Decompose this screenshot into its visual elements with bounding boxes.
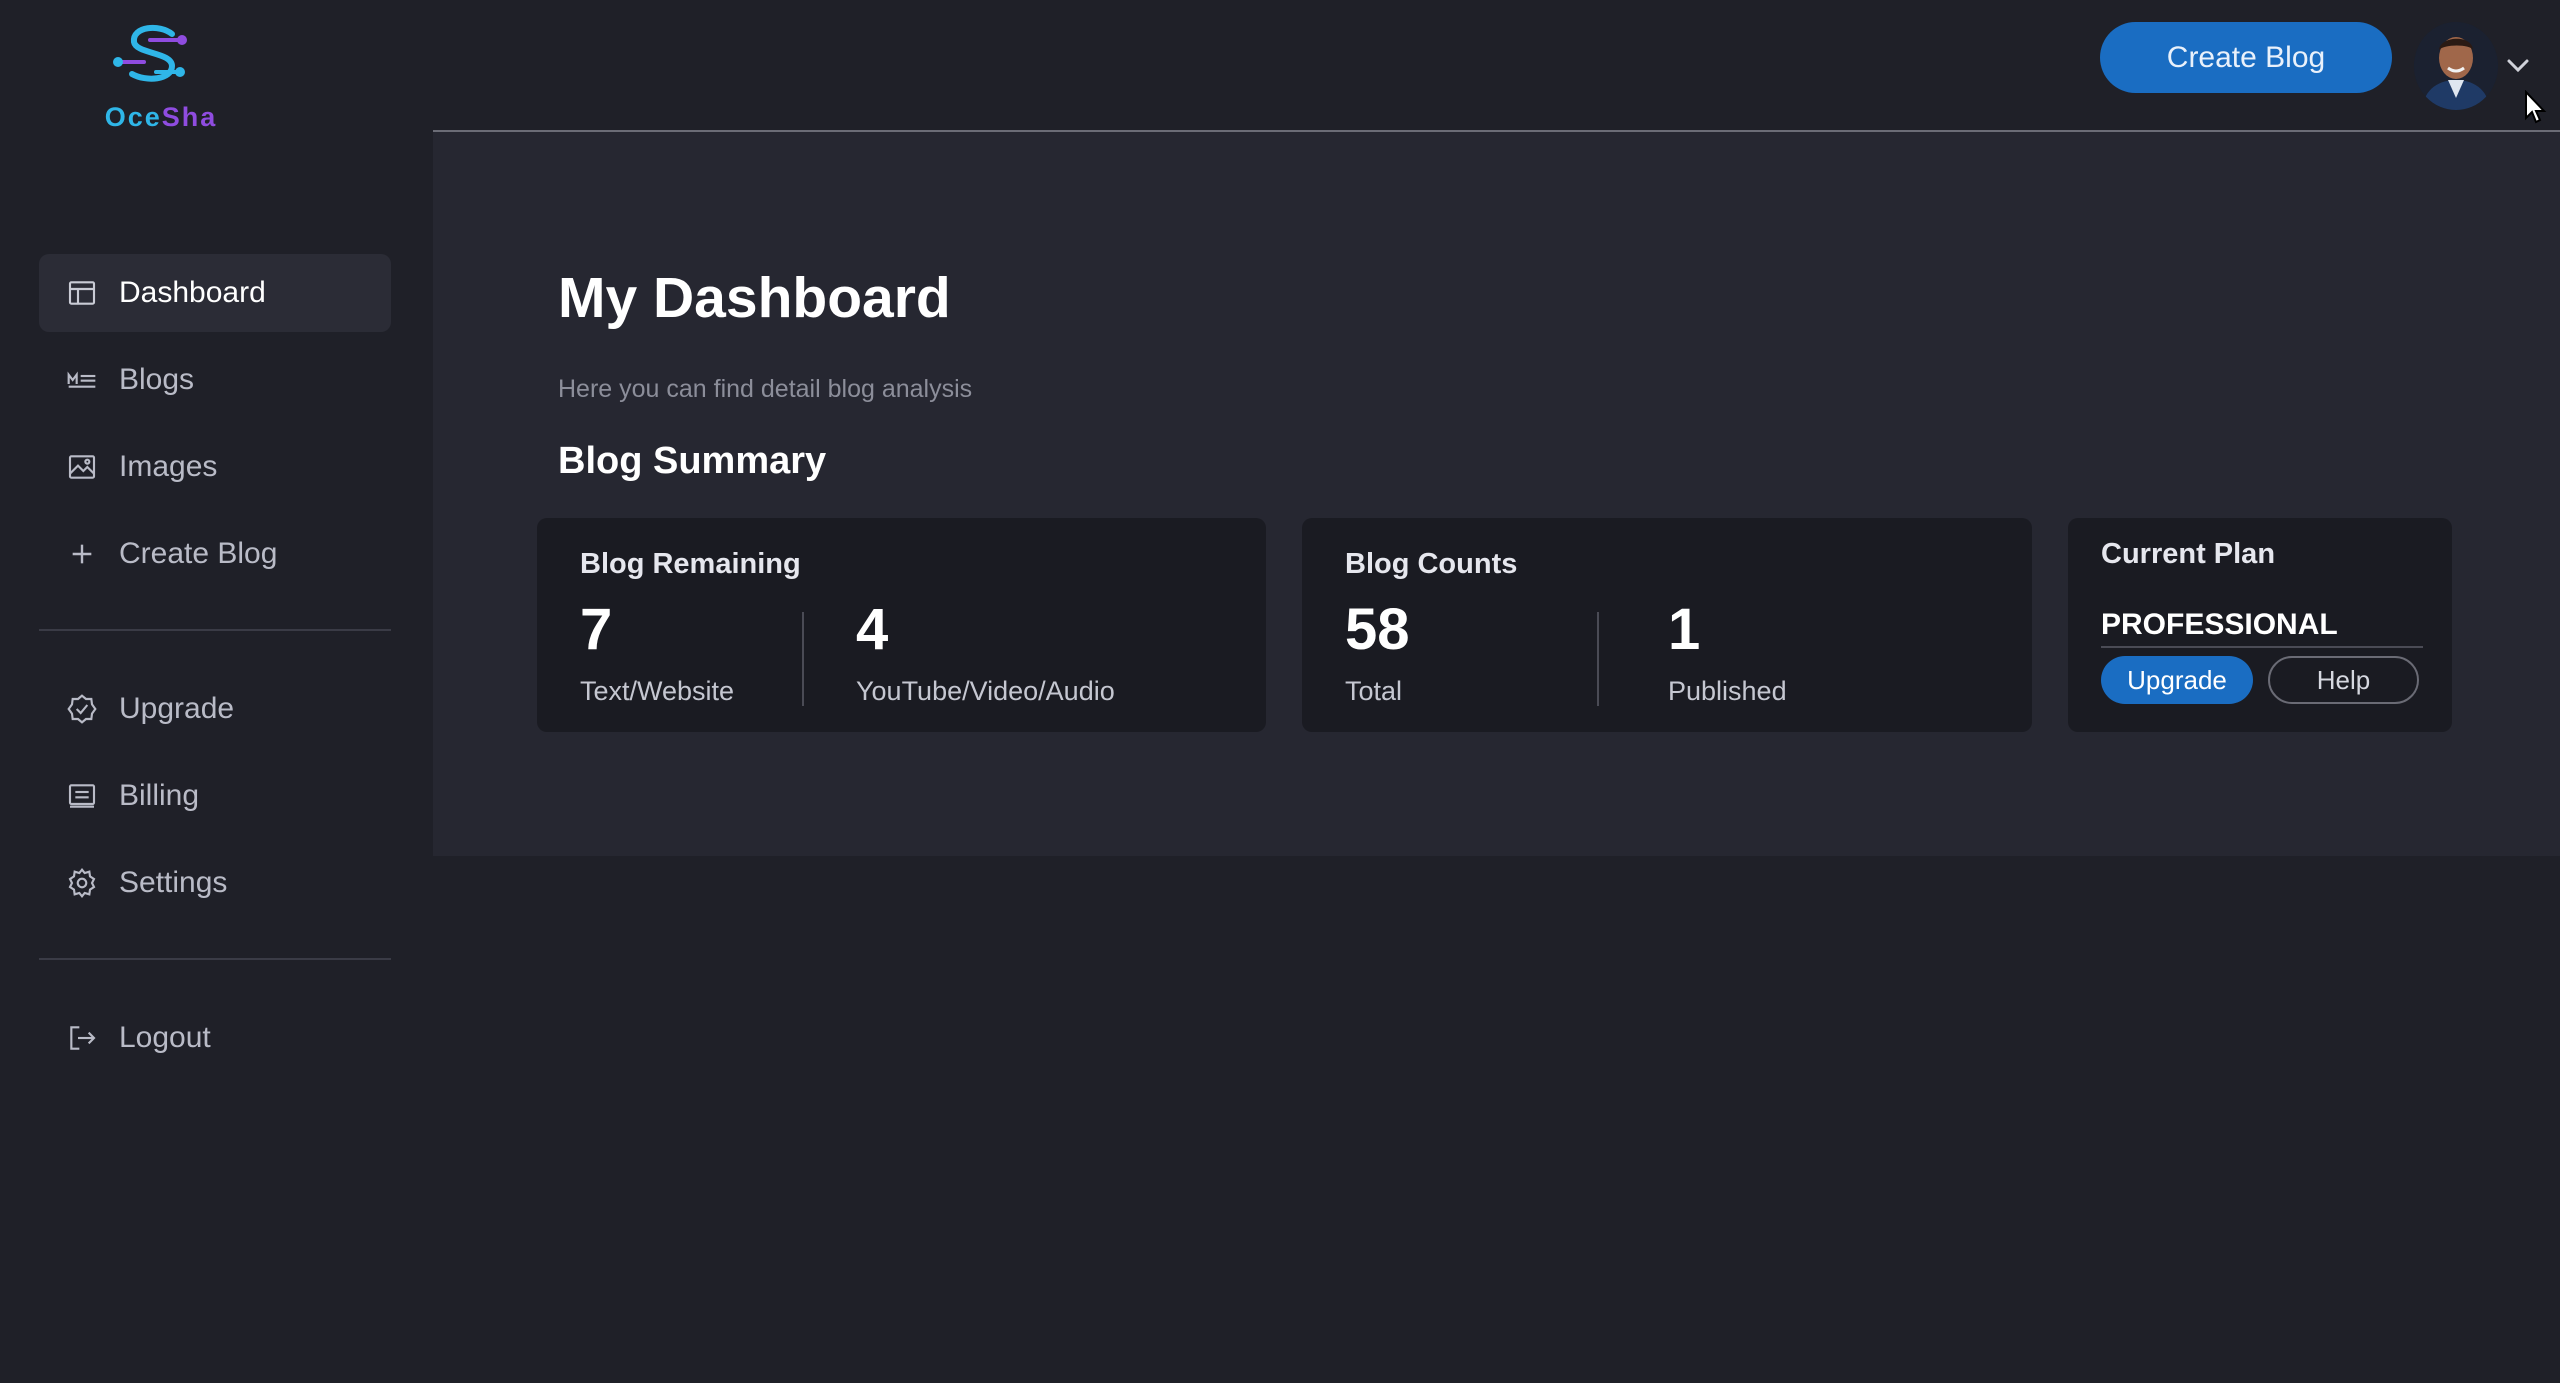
sidebar-divider (39, 629, 391, 631)
avatar[interactable] (2414, 22, 2498, 110)
stat-value: 58 (1345, 597, 1410, 662)
stat-label: Total (1345, 676, 1403, 706)
page-subtitle: Here you can find detail blog analysis (558, 375, 973, 403)
sidebar-item-label: Dashboard (119, 276, 266, 309)
page-title: My Dashboard (558, 266, 951, 330)
sidebar-item-label: Logout (119, 1021, 211, 1054)
card-title: Blog Counts (1345, 548, 1518, 580)
sidebar-item-label: Create Blog (119, 537, 278, 570)
blog-counts-card: Blog Counts 58 Total 1 Published (1302, 518, 2032, 732)
mouse-cursor-icon (2525, 90, 2547, 124)
sidebar-item-dashboard[interactable]: Dashboard (39, 254, 391, 332)
card-title: Blog Remaining (580, 548, 801, 580)
sidebar-item-images[interactable]: Images (39, 428, 391, 506)
create-blog-button[interactable]: Create Blog (2100, 22, 2392, 93)
sidebar-item-label: Settings (119, 866, 228, 899)
stat-value: 4 (856, 597, 889, 662)
card-title: Current Plan (2101, 538, 2276, 570)
help-button[interactable]: Help (2268, 656, 2419, 704)
sidebar-item-billing[interactable]: Billing (39, 757, 391, 835)
sidebar-item-create-blog[interactable]: Create Blog (39, 515, 391, 593)
blog-remaining-card: Blog Remaining 7 Text/Website 4 YouTube/… (537, 518, 1266, 732)
sidebar-item-label: Upgrade (119, 692, 235, 725)
blogs-icon (65, 363, 99, 397)
sidebar-item-settings[interactable]: Settings (39, 844, 391, 922)
badge-check-icon (65, 692, 99, 726)
stat-value: 1 (1668, 597, 1701, 662)
plan-divider (2101, 646, 2423, 648)
sidebar-item-label: Billing (119, 779, 200, 812)
stat-label: Text/Website (580, 676, 735, 706)
sidebar-item-label: Images (119, 450, 218, 483)
sidebar-item-upgrade[interactable]: Upgrade (39, 670, 391, 748)
plan-name: PROFESSIONAL (2101, 608, 2338, 641)
chevron-down-icon[interactable] (2505, 55, 2531, 75)
current-plan-card: Current Plan PROFESSIONAL Upgrade Help (2068, 518, 2452, 732)
sidebar-item-blogs[interactable]: Blogs (39, 341, 391, 419)
sidebar-item-logout[interactable]: Logout (39, 999, 391, 1077)
dashboard-icon (65, 276, 99, 310)
sidebar-divider (39, 958, 391, 960)
billing-icon (65, 779, 99, 813)
main-panel (433, 132, 2560, 856)
stat-divider (802, 612, 804, 706)
stat-label: YouTube/Video/Audio (856, 676, 1115, 706)
logout-icon (65, 1021, 99, 1055)
user-photo-icon (2414, 22, 2498, 110)
sidebar: Dashboard Blogs Images Create Blog Upgra… (0, 0, 433, 1383)
plus-icon (65, 537, 99, 571)
gear-icon (65, 866, 99, 900)
stat-label: Published (1668, 676, 1787, 706)
upgrade-button[interactable]: Upgrade (2101, 656, 2253, 704)
section-title: Blog Summary (558, 440, 827, 482)
sidebar-item-label: Blogs (119, 363, 195, 396)
image-icon (65, 450, 99, 484)
stat-divider (1597, 612, 1599, 706)
stat-value: 7 (580, 597, 613, 662)
